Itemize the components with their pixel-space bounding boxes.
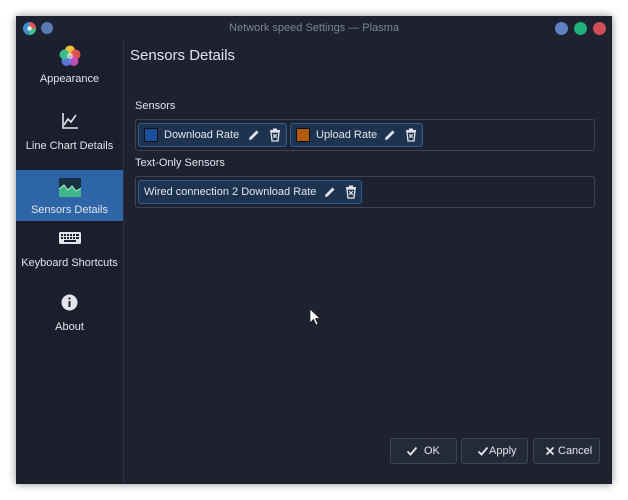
sensor-color-swatch[interactable] xyxy=(296,128,310,142)
sensor-chip-label: Wired connection 2 Download Rate xyxy=(144,186,317,198)
ok-button[interactable]: OK xyxy=(390,438,457,464)
minimize-button[interactable] xyxy=(555,22,568,35)
edit-icon[interactable] xyxy=(323,185,337,199)
sensors-box: Download Rate Upload Rate xyxy=(135,119,595,151)
checkmark-icon xyxy=(477,446,489,456)
sensor-chip-label: Download Rate xyxy=(164,129,240,141)
ok-button-label: OK xyxy=(424,445,440,457)
apply-button[interactable]: Apply xyxy=(461,438,528,464)
delete-icon[interactable] xyxy=(344,185,358,199)
delete-icon[interactable] xyxy=(268,128,282,142)
sensor-chip-upload-rate[interactable]: Upload Rate xyxy=(290,123,423,147)
sidebar-item-about[interactable]: About xyxy=(16,287,123,339)
mouse-cursor-icon xyxy=(309,308,321,326)
edit-icon[interactable] xyxy=(383,128,397,142)
sensor-chip-label: Upload Rate xyxy=(316,129,378,141)
sidebar-item-label: Sensors Details xyxy=(30,204,109,216)
sensor-chip-wired-connection-download-rate[interactable]: Wired connection 2 Download Rate xyxy=(138,180,362,204)
sidebar-item-label: Appearance xyxy=(39,73,100,85)
checkmark-icon xyxy=(406,446,418,456)
text-only-sensors-box: Wired connection 2 Download Rate xyxy=(135,176,595,208)
page-title: Sensors Details xyxy=(130,47,236,64)
sidebar-item-label: Line Chart Details xyxy=(25,140,114,152)
apply-button-label: Apply xyxy=(489,445,517,457)
edit-icon[interactable] xyxy=(247,128,261,142)
keyboard-icon xyxy=(59,232,81,244)
main-content: Sensors Details Sensors Download Rate Up… xyxy=(124,40,612,484)
close-button[interactable] xyxy=(593,22,606,35)
sensor-color-swatch[interactable] xyxy=(144,128,158,142)
settings-window: Network speed Settings — Plasma Appearan… xyxy=(16,16,612,484)
text-only-sensors-label: Text-Only Sensors xyxy=(135,157,225,169)
sensor-chip-download-rate[interactable]: Download Rate xyxy=(138,123,287,147)
sidebar-item-keyboard-shortcuts[interactable]: Keyboard Shortcuts xyxy=(16,221,123,287)
sidebar-item-sensors-details[interactable]: Sensors Details xyxy=(16,170,123,221)
cancel-button-label: Cancel xyxy=(558,445,593,457)
sensors-label: Sensors xyxy=(135,100,176,112)
cancel-x-icon xyxy=(545,446,555,456)
window-title: Network speed Settings — Plasma xyxy=(229,22,399,34)
sidebar: Appearance Line Chart Details Sensors De… xyxy=(16,40,124,484)
sidebar-item-line-chart-details[interactable]: Line Chart Details xyxy=(16,102,123,170)
cancel-button[interactable]: Cancel xyxy=(533,438,600,464)
sidebar-item-label: Keyboard Shortcuts xyxy=(21,257,118,269)
maximize-button[interactable] xyxy=(574,22,587,35)
sidebar-item-appearance[interactable]: Appearance xyxy=(16,40,123,102)
sensors-details-icon xyxy=(58,178,82,197)
info-icon xyxy=(61,294,78,311)
title-bar[interactable]: Network speed Settings — Plasma xyxy=(16,16,612,40)
line-chart-icon xyxy=(62,113,78,129)
appearance-icon xyxy=(59,45,81,66)
sidebar-item-label: About xyxy=(55,321,84,333)
delete-icon[interactable] xyxy=(404,128,418,142)
